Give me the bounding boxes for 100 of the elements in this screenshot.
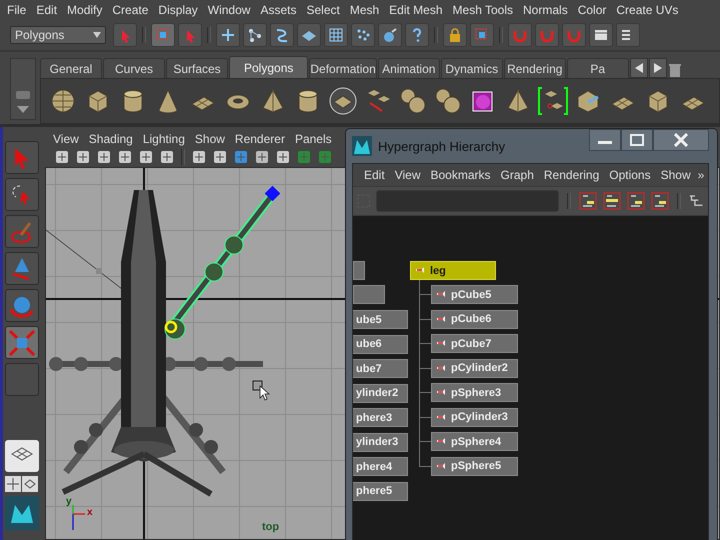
close-button[interactable] [653,129,709,151]
toolbar-button[interactable] [616,23,640,47]
shelf-tab[interactable]: Deformation [309,58,377,78]
single-view-button[interactable] [5,476,21,492]
graph-node[interactable]: ylinder2 [353,384,408,402]
graph-node[interactable]: pCube6 [431,310,518,328]
graph-node[interactable]: pCylinder3 [431,408,518,426]
menu-item[interactable]: Color [572,3,612,17]
menu-item[interactable]: Mesh [344,3,384,17]
shelf-tab[interactable]: General [40,58,102,78]
persp-view-button[interactable] [22,476,38,492]
shelf-tab[interactable]: Surfaces [166,58,228,78]
menu-item[interactable]: Options [604,168,656,182]
graph-node[interactable] [353,261,365,280]
layout-button[interactable] [4,440,38,472]
scroll-right-button[interactable] [648,58,667,78]
tool-button[interactable] [4,215,38,248]
menu-item[interactable]: Edit Mesh [384,3,448,17]
scroll-left-button[interactable] [630,58,648,78]
trash-icon [668,62,682,78]
toolbar-button[interactable] [324,23,348,47]
menu-item[interactable]: Window [202,3,256,17]
maximize-button[interactable] [621,129,653,151]
window-title: Hypergraph Hierarchy [378,138,506,154]
graph-node[interactable]: ube6 [353,334,408,354]
shelf-tab[interactable]: Animation [378,58,440,78]
graph-node[interactable]: pCube5 [431,285,518,304]
menu-item[interactable]: Bookmarks [425,168,496,182]
logo-icon [352,136,372,156]
graph-node[interactable]: phere4 [353,457,408,476]
minimize-button[interactable] [589,129,621,151]
shelf-tab[interactable]: Pa [566,58,629,78]
menu-item[interactable]: Show [190,132,230,146]
menu-item[interactable]: Normals [518,3,573,17]
menu-item[interactable]: Edit [31,3,62,17]
tool-button[interactable] [4,141,38,174]
plane-in-circle-icon [329,87,357,115]
menu-item[interactable]: Select [301,3,345,17]
menu-item[interactable]: Display [153,3,203,17]
toolbar-button[interactable] [216,23,240,47]
node-icon [415,266,425,275]
graph-node[interactable]: phere5 [353,482,408,500]
shelf-tab[interactable]: Rendering [504,58,566,78]
graph-node[interactable] [353,285,385,304]
paint-brush-icon [10,220,34,244]
toolbar-button[interactable] [405,23,429,47]
toolbar-button[interactable] [470,23,494,47]
graph-node[interactable]: pSphere3 [431,383,518,402]
graph-node[interactable]: pCylinder2 [431,358,518,378]
toolbar-button[interactable] [443,23,467,47]
menu-item[interactable]: File [2,3,32,17]
toolbar-button[interactable] [627,191,646,211]
toolbar-button[interactable] [243,23,267,47]
graph-node[interactable]: ube7 [353,359,408,378]
toolbar-button[interactable] [270,23,294,47]
toolbar-button[interactable] [151,23,175,47]
menu-item[interactable]: Modify [62,3,108,17]
graph-node[interactable]: ylinder3 [353,432,408,452]
toolbar-button[interactable] [378,23,402,47]
toolbar-button[interactable] [297,23,321,47]
menu-item[interactable]: Create [107,3,154,17]
menu-item[interactable]: Show [656,168,696,182]
menu-item[interactable]: Graph [496,168,539,182]
shelf-tab[interactable]: Polygons [229,56,308,78]
graph-node[interactable]: ube5 [353,310,408,329]
tool-button[interactable] [4,326,38,359]
graph-node[interactable]: pCube7 [431,334,518,353]
graph-node[interactable]: phere3 [353,408,408,427]
pyramid-icon [505,88,531,114]
toolbar-button[interactable] [603,191,622,211]
menu-item[interactable]: Rendering [538,168,604,182]
tool-button[interactable] [4,178,38,211]
shelf-tab[interactable]: Curves [103,58,165,78]
tool-button[interactable] [4,289,38,322]
toolbar-button[interactable] [351,23,375,47]
menu-item[interactable]: Lighting [138,132,190,146]
menu-item[interactable]: Renderer [230,132,290,146]
tool-button[interactable] [4,252,38,285]
menu-item[interactable]: Edit [359,168,390,182]
toolbar-button[interactable] [589,23,613,47]
node-icon [436,314,446,324]
toolbar-button[interactable] [579,191,598,211]
pyramid-icon [260,88,286,114]
menu-item[interactable]: Panels [290,132,337,146]
menu-item[interactable]: View [390,168,426,182]
menu-item[interactable]: Create UVs [611,3,684,17]
toolbar-button[interactable] [651,191,670,211]
node-icon [436,388,446,397]
menu-item[interactable]: Assets [255,3,302,17]
menu-item[interactable]: Mesh Tools [448,3,518,17]
input-field[interactable] [376,190,560,212]
graph-node[interactable]: pSphere4 [431,432,518,451]
menu-item[interactable]: View [48,132,84,146]
graph-node[interactable]: pSphere5 [431,456,518,476]
shelf-tab[interactable]: Dynamics [440,58,503,78]
mode-dropdown[interactable]: Polygons [10,26,106,44]
node-icon [436,462,446,470]
graph-node[interactable]: leg [410,261,496,280]
menu-overflow[interactable]: » [698,168,704,182]
menu-item[interactable]: Shading [84,132,138,146]
